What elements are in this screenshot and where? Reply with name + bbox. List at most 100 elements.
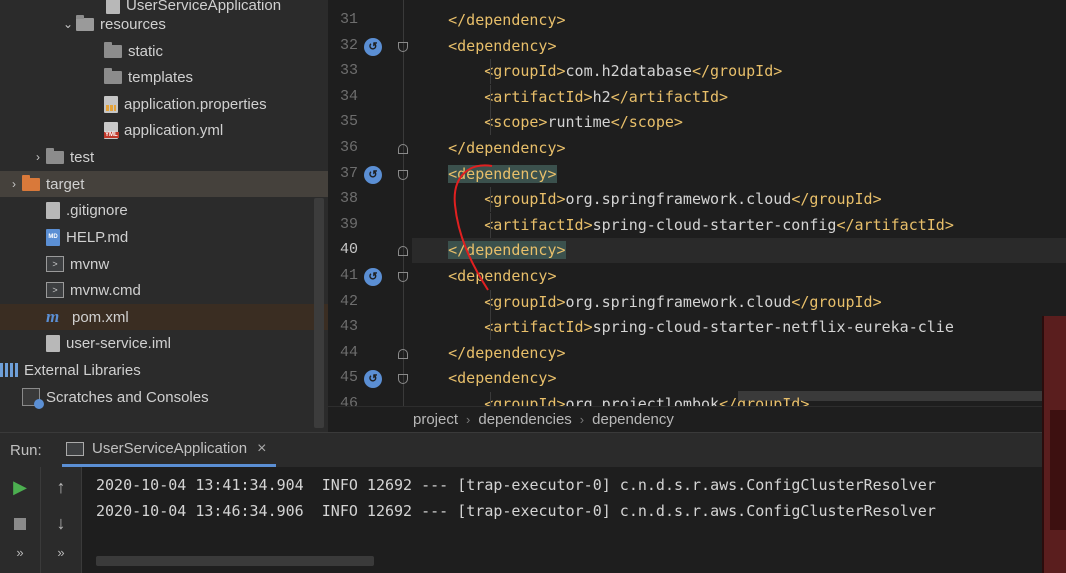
tree-item-mvnw[interactable]: > mvnw [0,251,328,277]
tree-item-resources[interactable]: ⌄ resources [0,11,328,37]
fold-marker-icon[interactable] [398,349,408,359]
indent-guide [490,290,491,315]
run-label: Run: [10,442,42,459]
chevron-down-icon[interactable]: ⌄ [60,17,76,31]
fold-marker-icon[interactable] [398,42,408,52]
tree-vertical-scrollbar[interactable] [314,198,324,428]
code-line[interactable]: <artifactId>spring-cloud-starter-netflix… [412,315,1066,340]
xml-tag: <groupId> [484,293,566,311]
tree-item-label: static [128,42,164,60]
code-line[interactable]: </dependency> [412,238,1066,263]
tree-item-user-service-iml[interactable]: user-service.iml [0,330,328,356]
code-line[interactable]: <groupId>com.h2database</groupId> [412,59,1066,84]
close-icon[interactable]: × [257,440,266,458]
tree-item-label: mvnw [70,255,110,273]
line-number: 37 [339,165,358,182]
code-line[interactable]: </dependency> [412,341,1066,366]
xml-tag: </dependency> [448,344,566,362]
tree-item-label: HELP.md [66,228,129,246]
console-log-line: 2020-10-04 13:41:34.904 INFO 12692 --- [… [96,476,936,494]
stop-icon[interactable] [14,518,26,530]
maven-dependency-gutter-icon[interactable]: ↺ [364,38,382,56]
code-line[interactable]: </dependency> [412,8,1066,33]
code-line[interactable]: </dependency> [412,136,1066,161]
xml-tag: </dependency> [448,241,566,259]
code-line[interactable]: <artifactId>h2</artifactId> [412,85,1066,110]
xml-text: org.projectlombok [565,395,720,406]
code-line[interactable]: <groupId>org.springframework.cloud</grou… [412,187,1066,212]
breadcrumb-item-dependencies[interactable]: dependencies [478,411,571,428]
code-line[interactable]: <dependency> [412,264,1066,289]
tree-item-test[interactable]: › test [0,144,328,170]
tree-item-label: templates [128,68,194,86]
libraries-icon [0,363,18,377]
tree-item-templates[interactable]: templates [0,64,328,90]
chevron-right-icon[interactable]: › [6,177,22,191]
more-actions-icon[interactable]: » [0,545,40,560]
run-toolbar-left: ▶ » [0,467,41,573]
tree-item-mvnw-cmd[interactable]: > mvnw.cmd [0,277,328,303]
xml-text: h2 [592,88,611,106]
code-line[interactable]: <artifactId>spring-cloud-starter-config<… [412,213,1066,238]
tree-item-target[interactable]: › target [0,171,328,197]
maven-dependency-gutter-icon[interactable]: ↺ [364,166,382,184]
line-number: 35 [339,113,358,130]
line-number: 36 [339,139,358,156]
tree-item-label: user-service.iml [66,334,172,352]
tree-item-application-properties[interactable]: application.properties [0,91,328,117]
tree-item-pom-xml[interactable]: m pom.xml [0,304,328,330]
console-horizontal-scrollbar[interactable] [96,556,374,566]
chevron-right-icon[interactable]: › [30,150,46,164]
code-line[interactable]: <groupId>org.projectlombok</groupId> [412,392,1066,406]
indent-guide [490,187,491,212]
maven-dependency-gutter-icon[interactable]: ↺ [364,370,382,388]
code-line[interactable]: <dependency> [412,162,1066,187]
arrow-down-icon[interactable]: ↓ [41,513,81,534]
line-number: 39 [339,216,358,233]
code-line[interactable]: <groupId>org.springframework.cloud</grou… [412,290,1066,315]
code-line[interactable]: <dependency> [412,366,1066,391]
line-number: 45 [339,369,358,386]
tree-item-scratches-and-consoles[interactable]: Scratches and Consoles [0,384,328,410]
tree-item-application-yml[interactable]: YML application.yml [0,117,328,143]
code-editor[interactable]: 31 32 ↺ 33 34 35 36 37 ↺ 38 39 40 41 ↺ 42 43 44 45 ↺ 46 </d… [328,0,1066,406]
indent-guide [490,392,491,406]
tree-item-help-md[interactable]: MD HELP.md [0,224,328,250]
xml-tag: <dependency> [448,165,557,183]
fold-marker-icon[interactable] [398,246,408,256]
tree-item-static[interactable]: static [0,38,328,64]
tree-item-label: resources [100,15,166,33]
xml-text: org.springframework.cloud [565,190,792,208]
more-actions-icon[interactable]: » [41,545,81,560]
tree-item-gitignore[interactable]: .gitignore [0,197,328,223]
breadcrumb-item-dependency[interactable]: dependency [592,411,674,428]
tree-item-label: pom.xml [72,308,129,326]
line-number: 40 [339,241,358,258]
rerun-play-icon[interactable]: ▶ [0,477,40,498]
indent-guide [490,59,491,84]
maven-dependency-gutter-icon[interactable]: ↺ [364,268,382,286]
fold-marker-icon[interactable] [398,144,408,154]
fold-marker-icon[interactable] [398,170,408,180]
xml-tag: <scope> [484,113,548,131]
breadcrumb-item-project[interactable]: project [413,411,458,428]
yml-file-icon: YML [104,121,119,139]
properties-file-icon [104,95,118,113]
fold-marker-icon[interactable] [398,272,408,282]
gitignore-file-icon [46,201,60,219]
line-number: 31 [339,11,358,28]
code-line[interactable]: <dependency> [412,34,1066,59]
run-tab-userserviceapplication[interactable]: UserServiceApplication × [62,433,276,467]
code-line[interactable]: <scope>runtime</scope> [412,110,1066,135]
arrow-up-icon[interactable]: ↑ [41,477,81,498]
xml-tag: <groupId> [484,395,566,406]
fold-marker-icon[interactable] [398,374,408,384]
tree-item-external-libraries[interactable]: ›External Libraries [0,357,328,383]
